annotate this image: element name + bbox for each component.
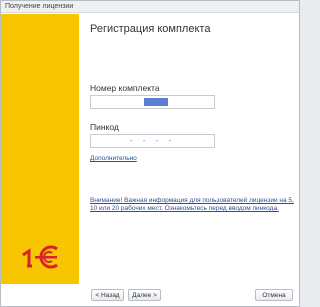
brand-sidebar bbox=[1, 14, 79, 284]
next-button[interactable]: Далее > bbox=[128, 289, 161, 301]
1c-logo-icon bbox=[22, 245, 58, 269]
window-titlebar: Получение лицензии bbox=[1, 1, 299, 13]
more-link[interactable]: Дополнительно bbox=[90, 155, 137, 162]
kit-number-label: Номер комплекта bbox=[90, 83, 160, 93]
content-panel: Регистрация комплекта Номер комплекта Пи… bbox=[79, 14, 299, 284]
kit-number-mask bbox=[144, 98, 168, 106]
cancel-button[interactable]: Отмена bbox=[255, 289, 293, 301]
kit-number-field[interactable] bbox=[90, 95, 215, 109]
license-window: Получение лицензии Регистрация комплекта… bbox=[0, 0, 300, 307]
page-title: Регистрация комплекта bbox=[90, 23, 211, 35]
pincode-field[interactable]: - - - - bbox=[90, 134, 215, 148]
back-button[interactable]: < Назад bbox=[91, 289, 124, 301]
footer-bar: < Назад Далее > Отмена bbox=[79, 284, 299, 306]
pincode-label: Пинкод bbox=[90, 122, 119, 132]
notice-link[interactable]: Внимание! Важная информация для пользова… bbox=[90, 197, 295, 213]
